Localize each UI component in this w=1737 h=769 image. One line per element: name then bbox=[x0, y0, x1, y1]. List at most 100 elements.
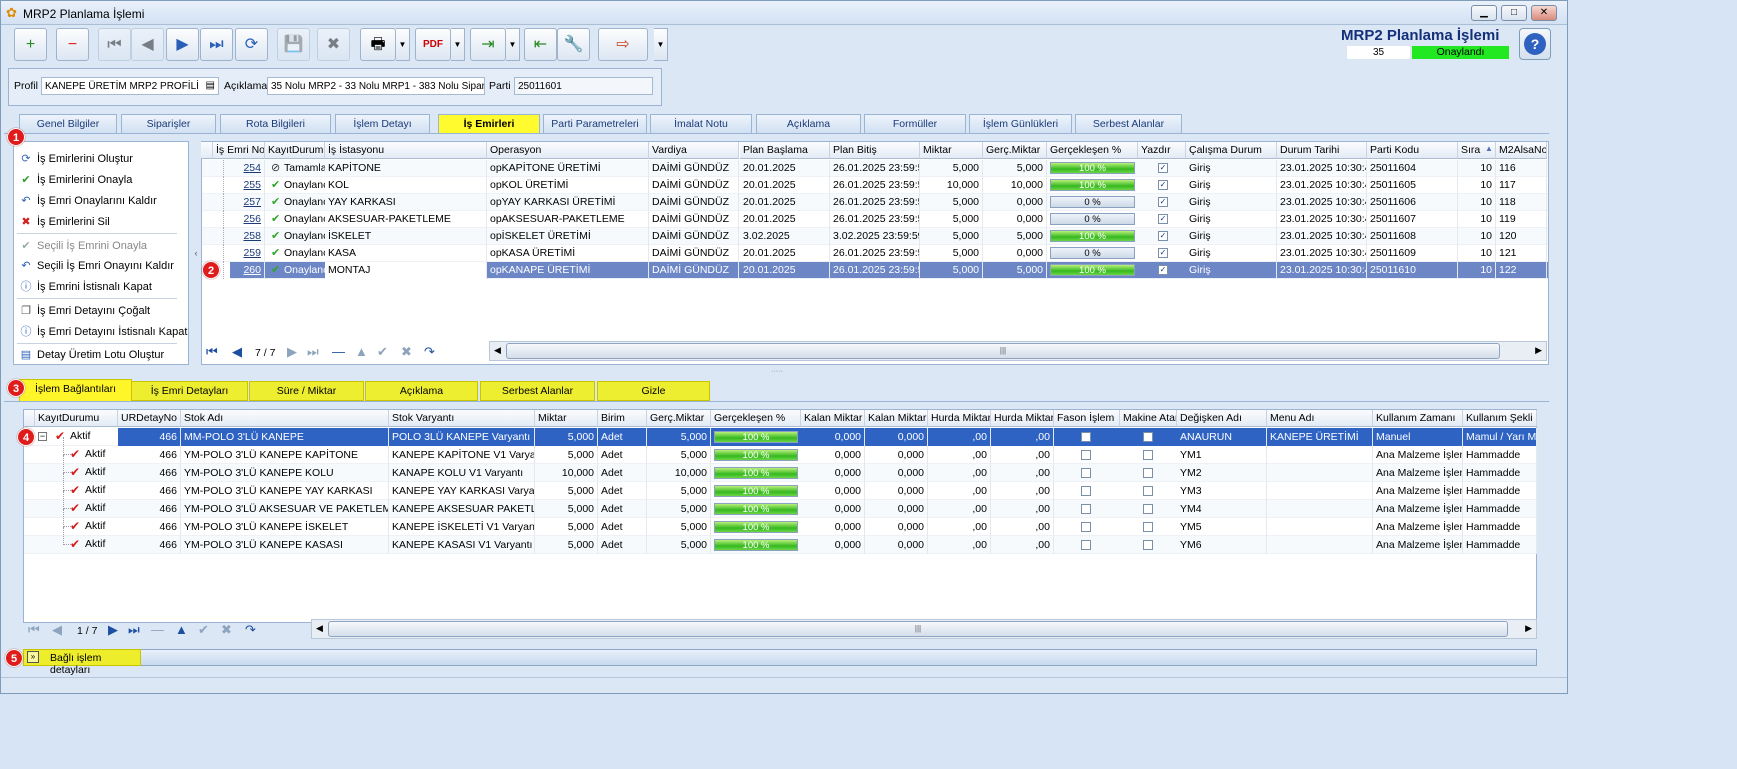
bottom-tab-i-lem-ba-lant-lar[interactable]: İşlem Bağlantıları bbox=[19, 379, 132, 402]
print-checkbox[interactable]: ✓ bbox=[1158, 163, 1168, 173]
nav-up-icon[interactable]: ▲ bbox=[355, 344, 368, 359]
makine-checkbox[interactable] bbox=[1143, 486, 1153, 496]
pdf-button[interactable]: PDF bbox=[415, 28, 451, 61]
nav-last-icon[interactable]: ⏭ bbox=[128, 622, 140, 638]
exit-dropdown-button[interactable]: ▼ bbox=[654, 28, 668, 61]
nav-undo-icon[interactable]: ↷ bbox=[245, 622, 256, 638]
col-header-yazd-r[interactable]: Yazdır bbox=[1138, 142, 1186, 159]
col-header-urdetayno[interactable]: URDetayNo bbox=[118, 410, 181, 427]
col-header-hurda-miktar[interactable]: Hurda Miktar bbox=[928, 410, 991, 427]
orders-scroll-thumb[interactable]: ||| bbox=[506, 343, 1500, 359]
nav-minus-icon[interactable]: — bbox=[151, 622, 164, 637]
col-header-operasyon[interactable]: Operasyon bbox=[487, 142, 649, 159]
col-header-ger-ekle-en[interactable]: Gerçekleşen % bbox=[711, 410, 801, 427]
makine-checkbox[interactable] bbox=[1143, 522, 1153, 532]
cell-i-emri-no[interactable]: 255 bbox=[213, 177, 265, 194]
col-header-plan-ba-lama[interactable]: Plan Başlama bbox=[740, 142, 830, 159]
cell-i-emri-no[interactable]: 259 bbox=[213, 245, 265, 262]
exit-button[interactable]: ⇨ bbox=[598, 28, 648, 61]
nav-ok-icon[interactable]: ✔ bbox=[377, 344, 388, 360]
makine-checkbox[interactable] bbox=[1143, 504, 1153, 514]
col-header-al-ma-durum[interactable]: Çalışma Durum bbox=[1186, 142, 1277, 159]
col-header-miktar[interactable]: Miktar bbox=[535, 410, 598, 427]
print-checkbox[interactable]: ✓ bbox=[1158, 248, 1168, 258]
bottom-tab-i-emri-detaylar[interactable]: İş Emri Detayları bbox=[131, 381, 248, 401]
collapse-icon[interactable]: − bbox=[38, 432, 47, 441]
tab-parti-parametreleri[interactable]: Parti Parametreleri bbox=[543, 114, 647, 134]
scroll-left-icon[interactable]: ◀ bbox=[494, 345, 501, 356]
menu-item-5[interactable]: ↶ Seçili İş Emri Onayını Kaldır bbox=[19, 257, 174, 275]
col-header-i-i-stasyonu[interactable]: İş İstasyonu bbox=[325, 142, 487, 159]
fason-checkbox[interactable] bbox=[1081, 486, 1091, 496]
print-checkbox[interactable]: ✓ bbox=[1158, 197, 1168, 207]
print-button[interactable]: 🖶 bbox=[360, 28, 396, 61]
scroll-right-icon[interactable]: ▶ bbox=[1525, 623, 1532, 634]
cell-i-emri-no[interactable]: 254 bbox=[213, 160, 265, 177]
nav-undo-icon[interactable]: ↷ bbox=[424, 344, 435, 360]
save-button[interactable]: 💾 bbox=[277, 28, 310, 61]
menu-item-9[interactable]: ▤ Detay Üretim Lotu Oluştur bbox=[19, 346, 164, 364]
nav-ok-icon[interactable]: ✔ bbox=[198, 622, 209, 638]
bottom-tab-gizle[interactable]: Gizle bbox=[597, 381, 710, 401]
fason-checkbox[interactable] bbox=[1081, 450, 1091, 460]
scroll-left-icon[interactable]: ◀ bbox=[316, 623, 323, 634]
fason-checkbox[interactable] bbox=[1081, 432, 1091, 442]
col-header-plan-biti[interactable]: Plan Bitiş bbox=[830, 142, 920, 159]
col-header-de-i-ken-ad[interactable]: Değişken Adı bbox=[1177, 410, 1267, 427]
col-header-ger-miktar[interactable]: Gerç.Miktar bbox=[983, 142, 1047, 159]
export-dropdown-button[interactable]: ▼ bbox=[506, 28, 520, 61]
tab-serbest-alanlar[interactable]: Serbest Alanlar bbox=[1075, 114, 1182, 134]
makine-checkbox[interactable] bbox=[1143, 432, 1153, 442]
links-hscroll[interactable]: ◀ ||| ▶ bbox=[311, 619, 1537, 639]
nav-up-icon[interactable]: ▲ bbox=[175, 622, 188, 637]
col-header-miktar[interactable]: Miktar bbox=[920, 142, 983, 159]
nav-x-icon[interactable]: ✖ bbox=[221, 622, 232, 638]
col-header-kay-tdurumu[interactable]: KayıtDurumu bbox=[35, 410, 118, 427]
expand-icon[interactable]: » bbox=[27, 651, 39, 663]
pdf-dropdown-button[interactable]: ▼ bbox=[451, 28, 465, 61]
nav-first-icon[interactable]: ⏮ bbox=[28, 622, 40, 638]
nav-last-icon[interactable]: ⏭ bbox=[307, 344, 319, 360]
import-button[interactable]: ⇤ bbox=[524, 28, 557, 61]
aciklama-field[interactable]: 35 Nolu MRP2 - 33 Nolu MRP1 - 383 Nolu S… bbox=[267, 77, 485, 95]
splitter-grip[interactable]: ····· bbox=[771, 368, 783, 375]
makine-checkbox[interactable] bbox=[1143, 540, 1153, 550]
prev-record-button[interactable]: ◀ bbox=[131, 28, 164, 61]
bottom-tab-a-klama[interactable]: Açıklama bbox=[365, 381, 478, 401]
lookup-icon[interactable]: ▤ bbox=[206, 80, 215, 91]
col-header-parti-kodu[interactable]: Parti Kodu bbox=[1367, 142, 1458, 159]
col-header-hurda-miktar-1[interactable]: Hurda Miktar 1 bbox=[991, 410, 1054, 427]
print-checkbox[interactable]: ✓ bbox=[1158, 265, 1168, 275]
col-header-kay-tdurumu[interactable]: KayıtDurumu bbox=[265, 142, 325, 159]
tab-rota-bilgileri[interactable]: Rota Bilgileri bbox=[220, 114, 331, 134]
col-header-birim[interactable]: Birim bbox=[598, 410, 647, 427]
export-button[interactable]: ⇥ bbox=[470, 28, 506, 61]
col-header-durum-tarihi[interactable]: Durum Tarihi bbox=[1277, 142, 1367, 159]
orders-hscroll[interactable]: ◀ ||| ▶ bbox=[489, 341, 1547, 361]
tab-i-lem-g-nl-kleri[interactable]: İşlem Günlükleri bbox=[969, 114, 1072, 134]
nav-prev-icon[interactable]: ◀ bbox=[52, 622, 62, 638]
nav-first-icon[interactable]: ⏮ bbox=[206, 344, 218, 360]
profil-field[interactable]: KANEPE ÜRETİM MRP2 PROFİLİ ▤ bbox=[41, 77, 219, 95]
print-checkbox[interactable]: ✓ bbox=[1158, 180, 1168, 190]
menu-item-2[interactable]: ↶ İş Emri Onaylarını Kaldır bbox=[19, 192, 156, 210]
refresh-button[interactable]: ⟳ bbox=[235, 28, 268, 61]
tab-i-lem-detay[interactable]: İşlem Detayı bbox=[335, 114, 430, 134]
tab-genel-bilgiler[interactable]: Genel Bilgiler bbox=[19, 114, 117, 134]
nav-x-icon[interactable]: ✖ bbox=[401, 344, 412, 360]
fason-checkbox[interactable] bbox=[1081, 504, 1091, 514]
help-button[interactable]: ? bbox=[1519, 28, 1551, 60]
menu-item-8[interactable]: ⓘ İş Emri Detayını İstisnalı Kapat bbox=[19, 323, 188, 341]
cancel-button[interactable]: ✖ bbox=[317, 28, 350, 61]
tab-a-klama[interactable]: Açıklama bbox=[756, 114, 861, 134]
scroll-right-icon[interactable]: ▶ bbox=[1535, 345, 1542, 356]
menu-item-0[interactable]: ⟳ İş Emirlerini Oluştur bbox=[19, 150, 133, 168]
col-header-kullan-m-ekli[interactable]: Kullanım Şekli bbox=[1463, 410, 1537, 427]
tab-sipari-ler[interactable]: Siparişler bbox=[121, 114, 216, 134]
col-header-menu-ad[interactable]: Menu Adı bbox=[1267, 410, 1373, 427]
fason-checkbox[interactable] bbox=[1081, 522, 1091, 532]
col-header-stok-ad[interactable]: Stok Adı bbox=[181, 410, 389, 427]
nav-next-icon[interactable]: ▶ bbox=[287, 344, 297, 360]
parti-field[interactable]: 25011601 bbox=[514, 77, 653, 95]
makine-checkbox[interactable] bbox=[1143, 450, 1153, 460]
